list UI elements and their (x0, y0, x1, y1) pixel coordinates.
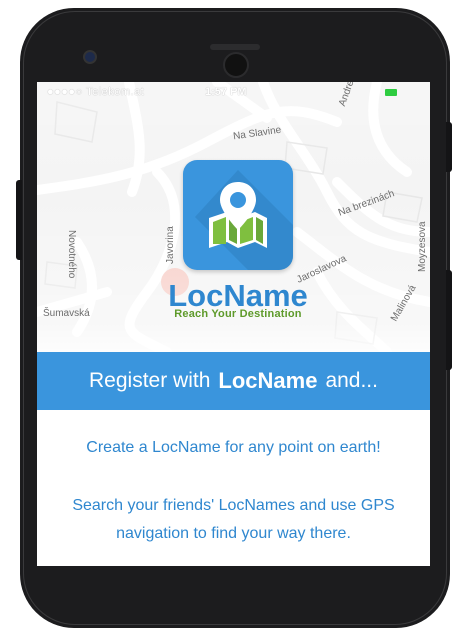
street-label: Novotného (66, 230, 77, 279)
battery-icon (385, 89, 397, 96)
carrier-label: ●●●●○ Telekom.at (47, 86, 145, 98)
brand-tagline: Reach Your Destination (174, 308, 302, 320)
app-logo (183, 160, 293, 270)
street-label: Šumavská (43, 308, 90, 319)
feature-text: Create a LocName for any point on earth! (86, 439, 381, 456)
feature-text: Search your friends' LocNames and use GP… (72, 497, 395, 542)
register-banner: Register with LocName and... (37, 352, 430, 410)
street-label: Javorina (165, 226, 176, 264)
map-pin-icon (195, 170, 293, 270)
banner-prefix: Register with (89, 369, 211, 392)
app-screen: Na Slavine Na brezinách Novotného Moyzes… (37, 82, 430, 566)
background-map: Na Slavine Na brezinách Novotného Moyzes… (37, 82, 430, 352)
clock-label: 1:57 PM (205, 86, 247, 98)
speaker-grille (210, 44, 260, 50)
power-button (446, 122, 452, 172)
volume-button (16, 180, 22, 260)
status-bar: ●●●●○ Telekom.at 1:57 PM (37, 82, 430, 102)
side-button (446, 270, 452, 370)
earpiece-icon (223, 52, 249, 78)
banner-suffix: and... (325, 369, 378, 392)
features-section: Create a LocName for any point on earth!… (37, 410, 430, 566)
street-label: Moyzesova (417, 221, 428, 272)
banner-brand: LocName (218, 368, 318, 393)
front-camera (83, 50, 97, 64)
